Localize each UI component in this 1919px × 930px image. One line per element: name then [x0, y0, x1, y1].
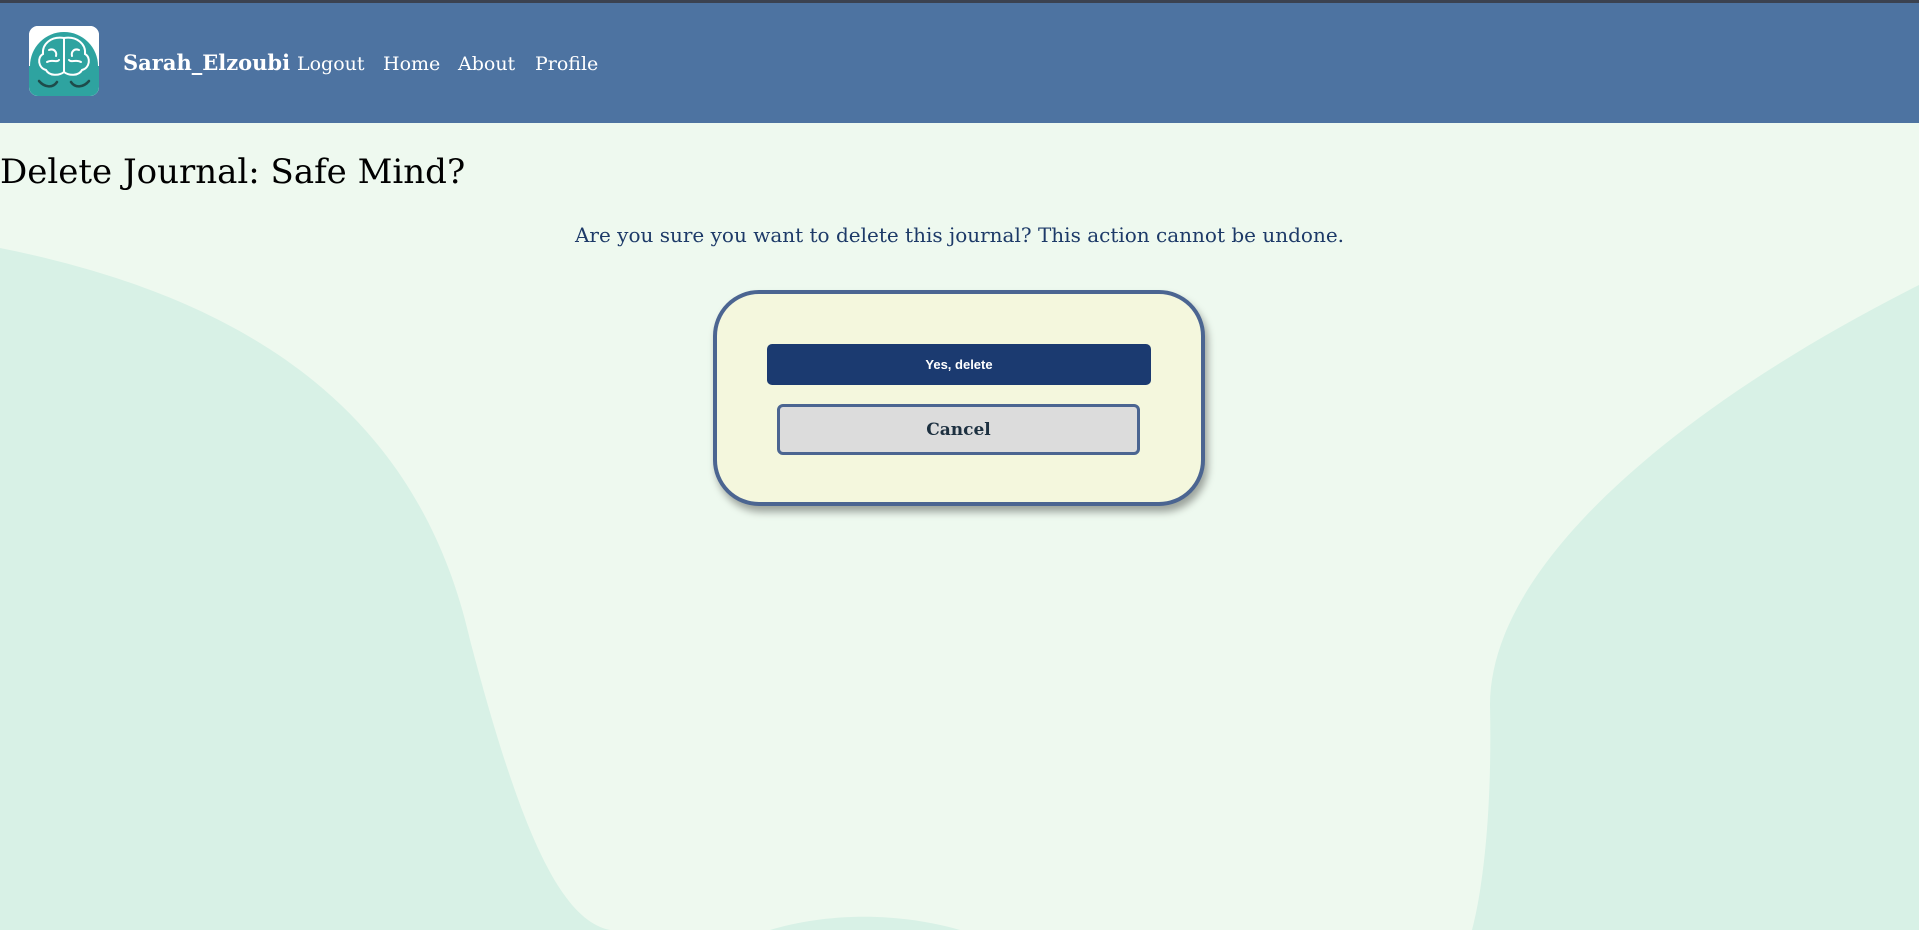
- cancel-button[interactable]: Cancel: [777, 404, 1140, 455]
- delete-confirm-card: [713, 290, 1205, 506]
- left-wave: [0, 248, 610, 930]
- confirm-delete-button[interactable]: Yes, delete: [767, 344, 1151, 385]
- brand-name[interactable]: Sarah_Elzoubi: [123, 49, 290, 77]
- page-title: Delete Journal: Safe Mind?: [0, 152, 466, 192]
- brain-logo-icon[interactable]: [29, 26, 99, 96]
- bottom-wave: [770, 916, 960, 930]
- nav-link-logout[interactable]: Logout: [297, 51, 365, 77]
- right-wave: [1472, 285, 1919, 930]
- confirmation-message: Are you sure you want to delete this jou…: [574, 223, 1345, 247]
- nav-link-about[interactable]: About: [458, 51, 515, 77]
- nav-link-profile[interactable]: Profile: [535, 51, 598, 77]
- nav-link-home[interactable]: Home: [383, 51, 440, 77]
- navbar: Sarah_Elzoubi Logout Home About Profile: [0, 3, 1919, 123]
